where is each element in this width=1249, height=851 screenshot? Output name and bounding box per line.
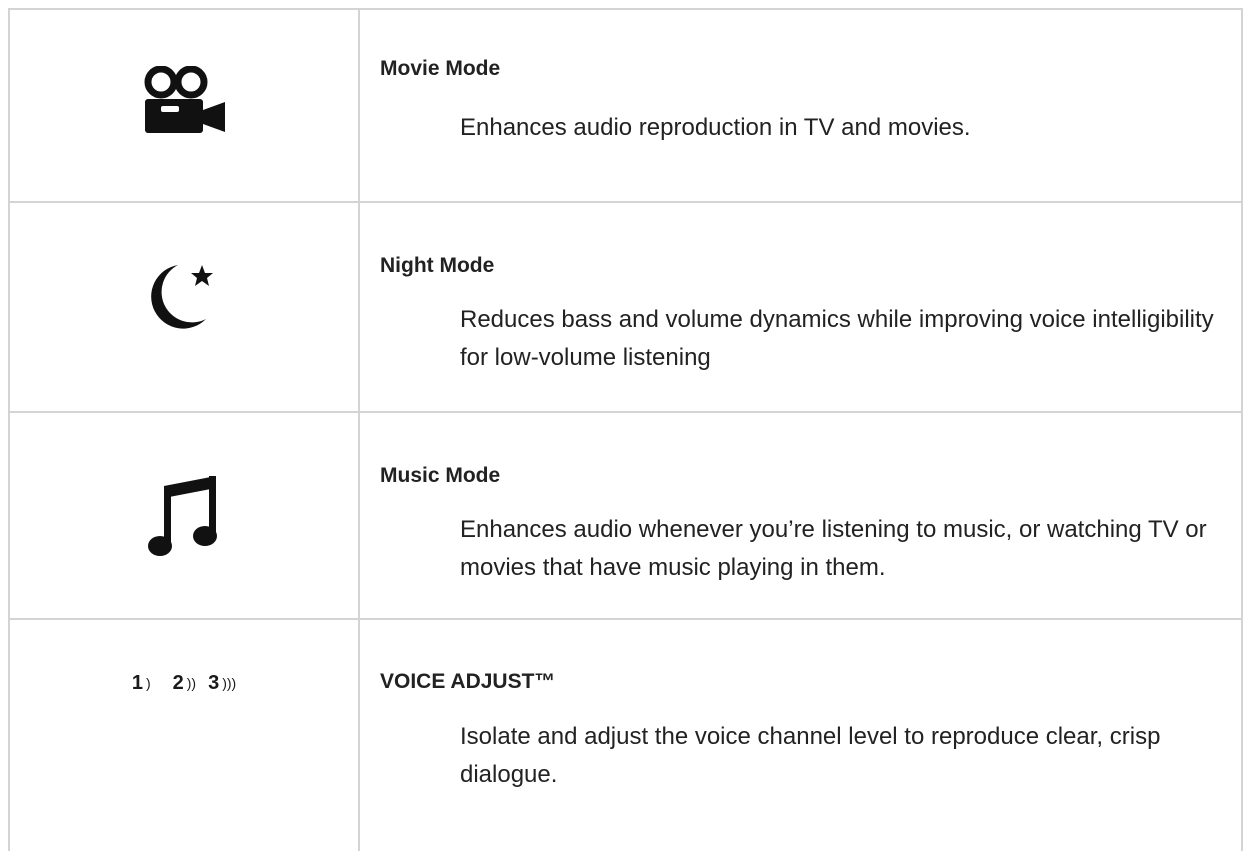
voice-level-2: 2 )) — [173, 672, 196, 695]
page: Movie Mode Enhances audio reproduction i… — [0, 0, 1249, 851]
table-row-movie-mode: Movie Mode Enhances audio reproduction i… — [8, 8, 1243, 203]
moon-star-icon — [10, 261, 358, 331]
icon-cell — [8, 8, 360, 203]
sound-wave-icon: ))) — [222, 675, 237, 691]
voice-level-number: 3 — [208, 671, 220, 694]
mode-description: Isolate and adjust the voice channel lev… — [460, 723, 1161, 788]
mode-description: Enhances audio reproduction in TV and mo… — [460, 114, 971, 141]
voice-level-number: 2 — [172, 671, 184, 694]
voice-levels-icon: 1 ) 2 )) 3 ))) — [10, 668, 358, 698]
mode-description: Enhances audio whenever you’re listening… — [460, 516, 1207, 581]
icon-cell — [8, 411, 360, 620]
sound-modes-table: Movie Mode Enhances audio reproduction i… — [8, 8, 1243, 851]
music-note-icon — [10, 472, 358, 560]
icon-cell: 1 ) 2 )) 3 ))) — [8, 618, 360, 851]
table-row-music-mode: Music Mode Enhances audio whenever you’r… — [8, 411, 1243, 620]
text-cell: Night Mode Reduces bass and volume dynam… — [358, 201, 1243, 413]
voice-level-1: 1 ) — [132, 672, 151, 695]
movie-camera-icon — [10, 66, 358, 138]
voice-level-indicators: 1 ) 2 )) 3 ))) — [132, 672, 236, 695]
sound-wave-icon: )) — [186, 675, 197, 691]
text-cell: VOICE ADJUST™ Isolate and adjust the voi… — [358, 618, 1243, 851]
mode-title: Movie Mode — [380, 57, 501, 80]
sound-wave-icon: ) — [145, 675, 151, 691]
table-row-night-mode: Night Mode Reduces bass and volume dynam… — [8, 201, 1243, 413]
icon-cell — [8, 201, 360, 413]
mode-description: Reduces bass and volume dynamics while i… — [460, 306, 1214, 371]
voice-level-3: 3 ))) — [208, 672, 236, 695]
text-cell: Music Mode Enhances audio whenever you’r… — [358, 411, 1243, 620]
table-row-voice-adjust: 1 ) 2 )) 3 ))) VOICE ADJUST™ Isolate and… — [8, 618, 1243, 851]
text-cell: Movie Mode Enhances audio reproduction i… — [358, 8, 1243, 203]
mode-title: VOICE ADJUST™ — [380, 670, 556, 693]
voice-level-number: 1 — [131, 671, 143, 694]
mode-title: Night Mode — [380, 254, 495, 277]
mode-title: Music Mode — [380, 464, 501, 487]
